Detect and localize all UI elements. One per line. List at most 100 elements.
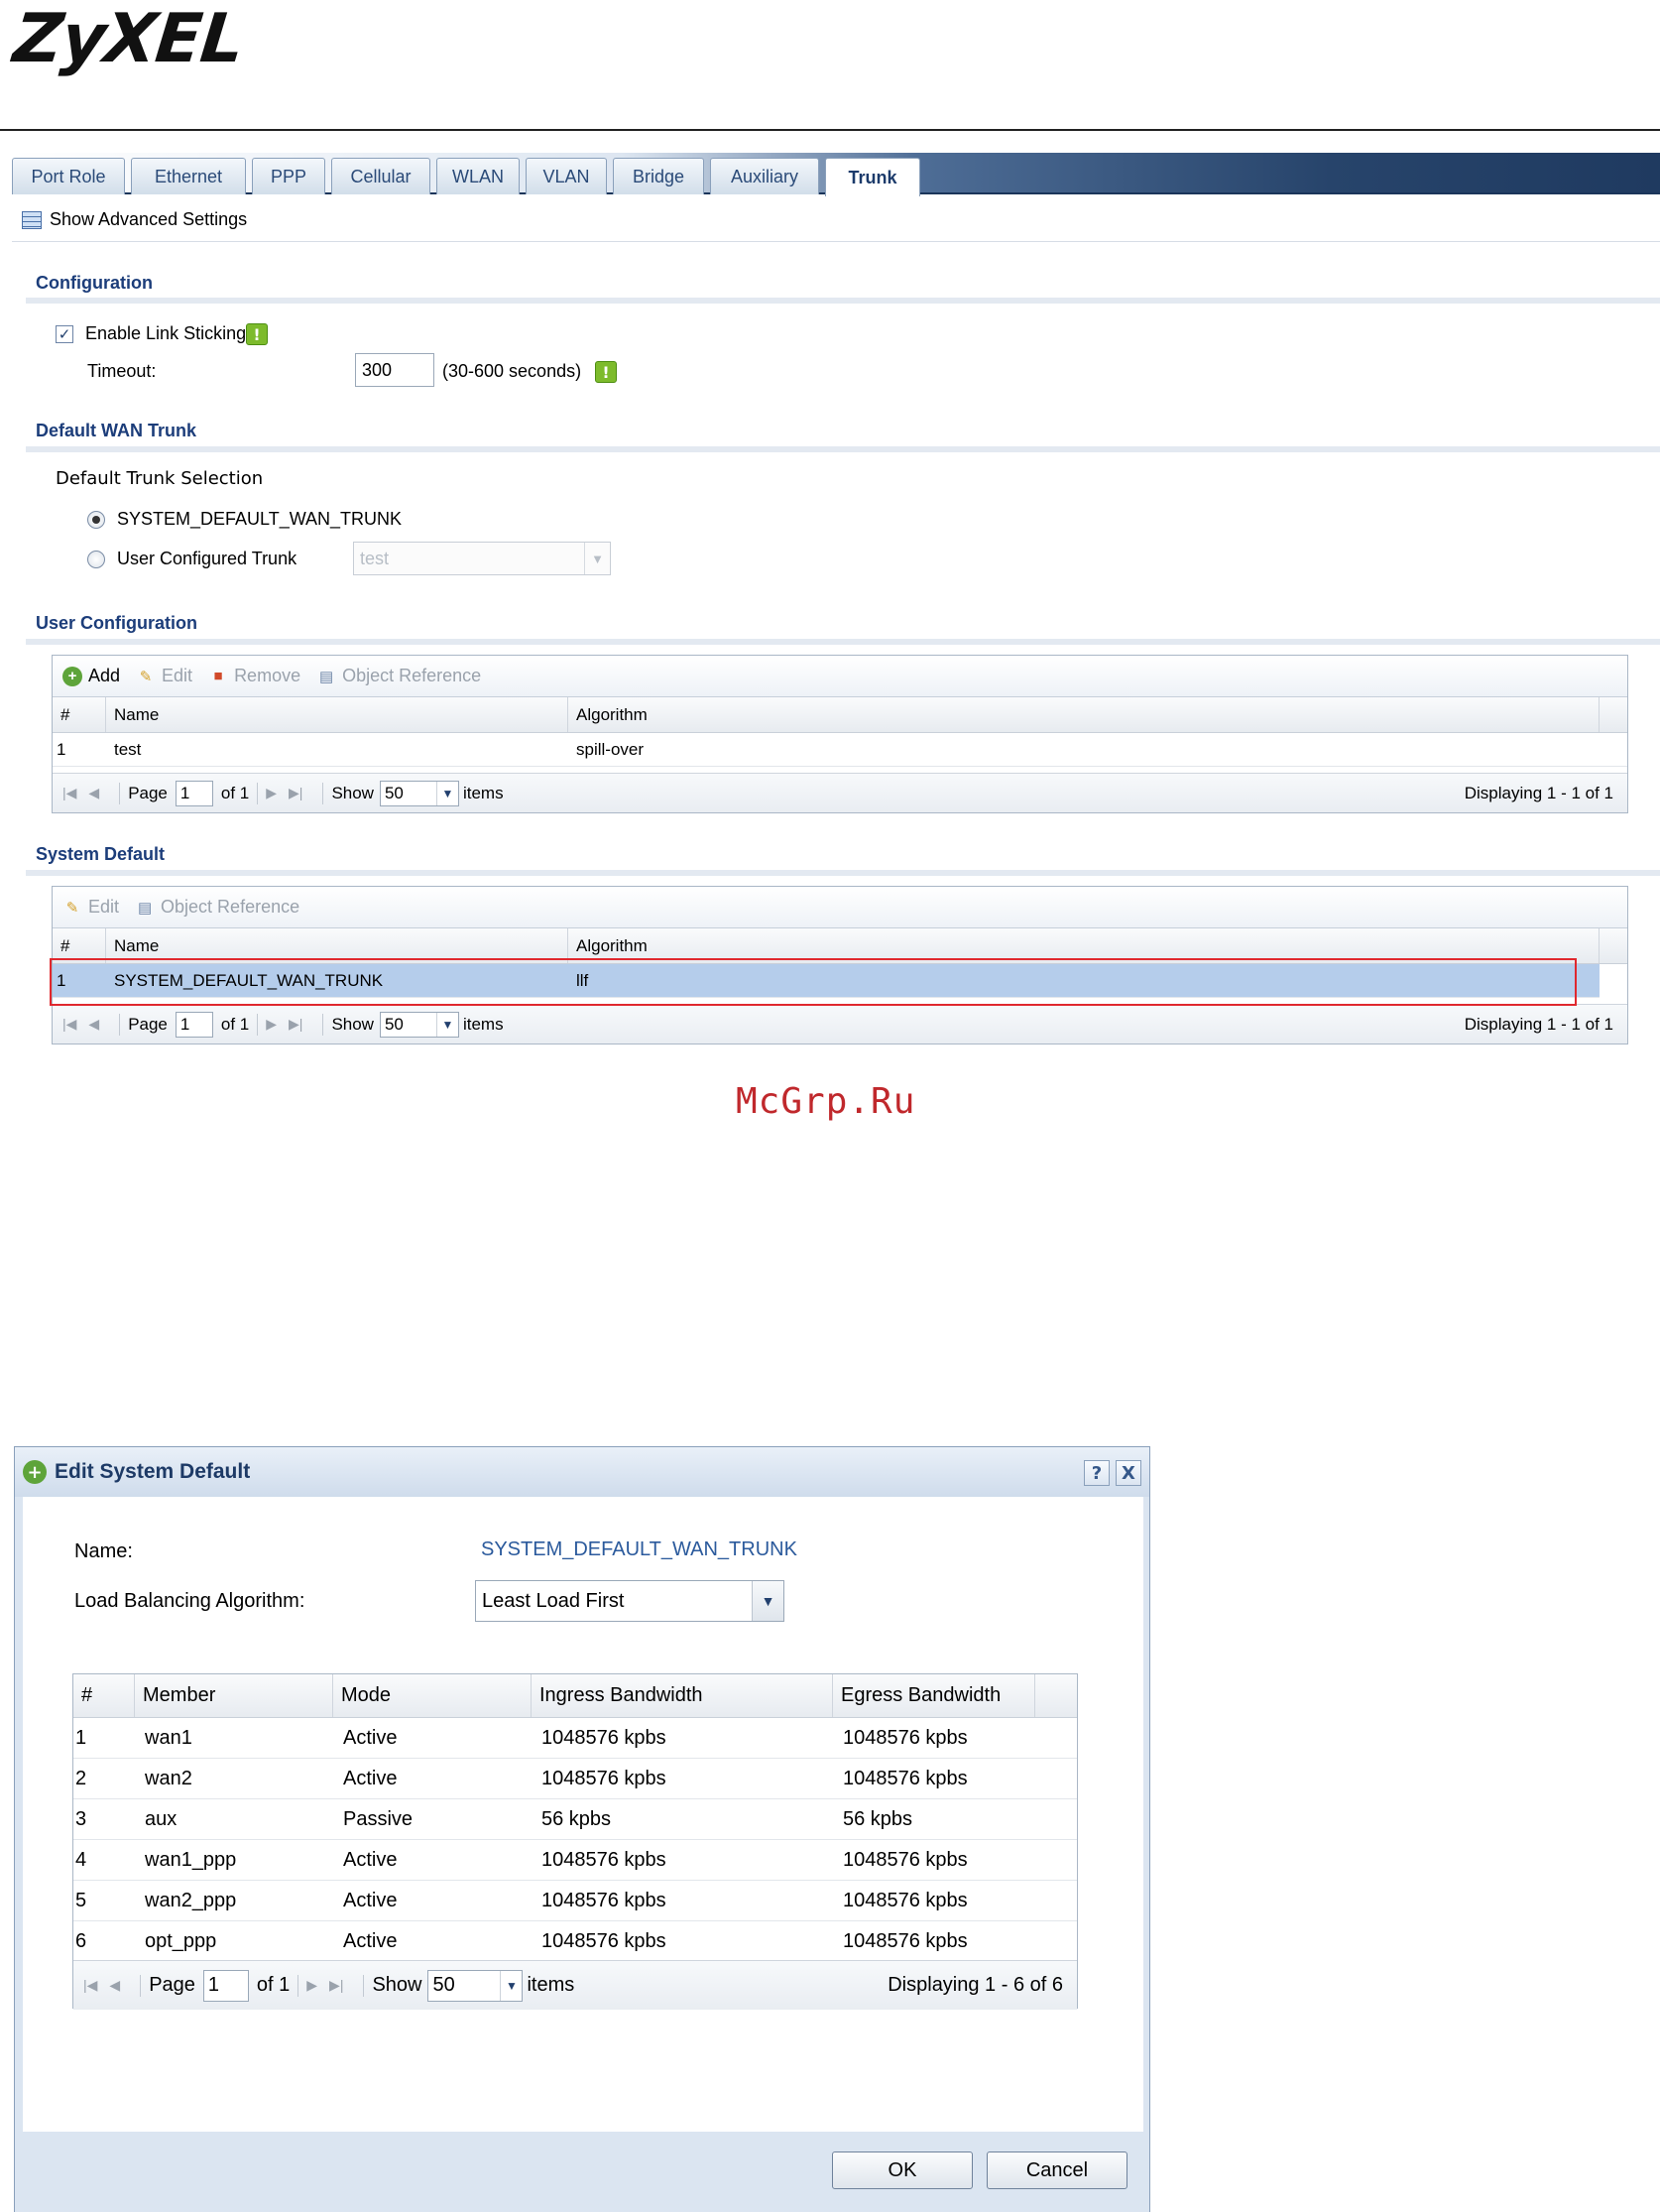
close-icon[interactable]: X xyxy=(1116,1460,1141,1486)
enable-link-sticking-checkbox[interactable]: ✓ xyxy=(56,325,73,343)
next-page-icon[interactable]: ▶ xyxy=(266,785,277,801)
section-divider xyxy=(26,639,1660,645)
name-value: SYSTEM_DEFAULT_WAN_TRUNK xyxy=(481,1538,797,1560)
tab-cellular[interactable]: Cellular xyxy=(331,158,430,194)
dialog-body: Name: SYSTEM_DEFAULT_WAN_TRUNK Load Bala… xyxy=(23,1497,1143,2132)
row-mode: Active xyxy=(343,1848,398,1871)
column-header-number[interactable]: # xyxy=(53,697,106,732)
user-configuration-title: User Configuration xyxy=(36,613,198,633)
info-icon[interactable]: ! xyxy=(246,323,268,345)
section-divider xyxy=(26,298,1660,304)
object-reference-icon: ▤ xyxy=(319,668,334,685)
table-row[interactable]: 5 wan2_ppp Active 1048576 kpbs 1048576 k… xyxy=(73,1881,1077,1921)
tab-ppp[interactable]: PPP xyxy=(252,158,325,194)
object-reference-icon: ▤ xyxy=(137,899,153,917)
prev-page-icon[interactable]: ◀ xyxy=(88,1016,99,1033)
column-header-egress-bandwidth[interactable]: Egress Bandwidth xyxy=(833,1674,1035,1717)
add-icon: + xyxy=(62,666,82,686)
timeout-hint: (30-600 seconds) xyxy=(442,361,582,381)
row-number: 6 xyxy=(75,1929,87,1952)
tab-trunk[interactable]: Trunk xyxy=(825,158,920,196)
row-name: test xyxy=(114,739,142,759)
per-page-select[interactable]: 50 ▼ xyxy=(427,1969,524,2002)
first-page-icon[interactable]: |◀ xyxy=(62,785,76,801)
per-page-select[interactable]: 50 ▼ xyxy=(379,780,459,806)
help-icon[interactable]: ? xyxy=(1084,1460,1110,1486)
table-icon xyxy=(22,210,42,229)
prev-page-icon[interactable]: ◀ xyxy=(88,785,99,801)
grid-header: # Member Mode Ingress Bandwidth Egress B… xyxy=(73,1674,1077,1718)
column-header-algorithm[interactable]: Algorithm xyxy=(568,697,1600,732)
table-row[interactable]: 2 wan2 Active 1048576 kpbs 1048576 kpbs xyxy=(73,1759,1077,1799)
table-row[interactable]: 3 aux Passive 56 kpbs 56 kpbs xyxy=(73,1799,1077,1840)
pager-separator xyxy=(322,1013,324,1036)
page-input[interactable]: 1 xyxy=(175,780,213,806)
row-member: wan1 xyxy=(145,1726,192,1749)
user-trunk-select[interactable]: test ▼ xyxy=(353,542,611,575)
edit-button[interactable]: ✎ Edit xyxy=(62,897,119,918)
last-page-icon[interactable]: ▶| xyxy=(329,1977,343,1994)
items-label: items xyxy=(527,1974,575,1996)
grid-toolbar: + Add ✎ Edit ■ Remove ▤ Object Reference xyxy=(53,656,1627,697)
per-page-select[interactable]: 50 ▼ xyxy=(379,1011,459,1038)
table-row[interactable]: 6 opt_ppp Active 1048576 kpbs 1048576 kp… xyxy=(73,1921,1077,1962)
algorithm-select[interactable]: Least Load First ▼ xyxy=(475,1580,784,1622)
column-header-mode[interactable]: Mode xyxy=(333,1674,532,1717)
row-member: wan2_ppp xyxy=(145,1889,237,1911)
object-reference-button[interactable]: ▤ Object Reference xyxy=(135,897,299,918)
default-wan-trunk-title: Default WAN Trunk xyxy=(36,421,197,440)
algorithm-select-value: Least Load First xyxy=(482,1589,625,1612)
displaying-status: Displaying 1 - 1 of 1 xyxy=(1464,1014,1613,1034)
tab-ethernet[interactable]: Ethernet xyxy=(131,158,246,194)
first-page-icon[interactable]: |◀ xyxy=(83,1977,97,1994)
pager-separator xyxy=(322,782,324,804)
row-number: 1 xyxy=(75,1726,87,1749)
user-configured-radio[interactable] xyxy=(87,551,105,568)
row-ingress: 1048576 kpbs xyxy=(541,1929,666,1952)
first-page-icon[interactable]: |◀ xyxy=(62,1016,76,1033)
tab-bridge[interactable]: Bridge xyxy=(613,158,704,194)
table-row[interactable]: 1 test spill-over xyxy=(53,733,1627,767)
page-input[interactable]: 1 xyxy=(175,1011,213,1038)
enable-link-sticking-label: Enable Link Sticking xyxy=(85,323,247,343)
cancel-button[interactable]: Cancel xyxy=(987,2151,1127,2189)
system-default-radio[interactable] xyxy=(87,511,105,529)
column-header-member[interactable]: Member xyxy=(135,1674,333,1717)
next-page-icon[interactable]: ▶ xyxy=(266,1016,277,1033)
last-page-icon[interactable]: ▶| xyxy=(289,785,302,801)
row-member: aux xyxy=(145,1807,178,1830)
table-row[interactable]: 1 wan1 Active 1048576 kpbs 1048576 kpbs xyxy=(73,1718,1077,1759)
row-member: wan1_ppp xyxy=(145,1848,237,1871)
row-number: 5 xyxy=(75,1889,87,1911)
tab-wlan[interactable]: WLAN xyxy=(436,158,520,194)
pager-separator xyxy=(257,782,259,804)
tab-vlan[interactable]: VLAN xyxy=(526,158,607,194)
table-row[interactable]: 4 wan1_ppp Active 1048576 kpbs 1048576 k… xyxy=(73,1840,1077,1881)
tab-auxiliary[interactable]: Auxiliary xyxy=(710,158,819,194)
edit-icon: ✎ xyxy=(139,668,153,685)
system-default-radio-label: SYSTEM_DEFAULT_WAN_TRUNK xyxy=(117,509,403,529)
ok-button[interactable]: OK xyxy=(832,2151,973,2189)
remove-button[interactable]: ■ Remove xyxy=(208,666,301,686)
show-advanced-settings-link[interactable]: Show Advanced Settings xyxy=(50,209,247,230)
page-label: Page xyxy=(128,783,168,802)
add-button[interactable]: + Add xyxy=(62,666,120,686)
column-header-ingress-bandwidth[interactable]: Ingress Bandwidth xyxy=(532,1674,833,1717)
edit-button[interactable]: ✎ Edit xyxy=(136,666,192,686)
next-page-icon[interactable]: ▶ xyxy=(306,1977,317,1994)
timeout-input[interactable]: 300 xyxy=(355,353,434,387)
displaying-status: Displaying 1 - 6 of 6 xyxy=(888,1974,1063,1996)
page-input[interactable]: 1 xyxy=(202,1969,249,2002)
info-icon[interactable]: ! xyxy=(595,361,617,383)
last-page-icon[interactable]: ▶| xyxy=(289,1016,302,1033)
prev-page-icon[interactable]: ◀ xyxy=(109,1977,120,1994)
grid-toolbar: ✎ Edit ▤ Object Reference xyxy=(53,887,1627,928)
column-header-number[interactable]: # xyxy=(73,1674,135,1717)
configuration-title: Configuration xyxy=(36,273,153,293)
object-reference-button[interactable]: ▤ Object Reference xyxy=(316,666,481,686)
column-header-name[interactable]: Name xyxy=(106,697,568,732)
tab-port-role[interactable]: Port Role xyxy=(12,158,125,194)
chevron-down-icon: ▼ xyxy=(584,543,610,574)
user-trunk-select-value: test xyxy=(360,548,390,568)
row-ingress: 56 kpbs xyxy=(541,1807,612,1830)
